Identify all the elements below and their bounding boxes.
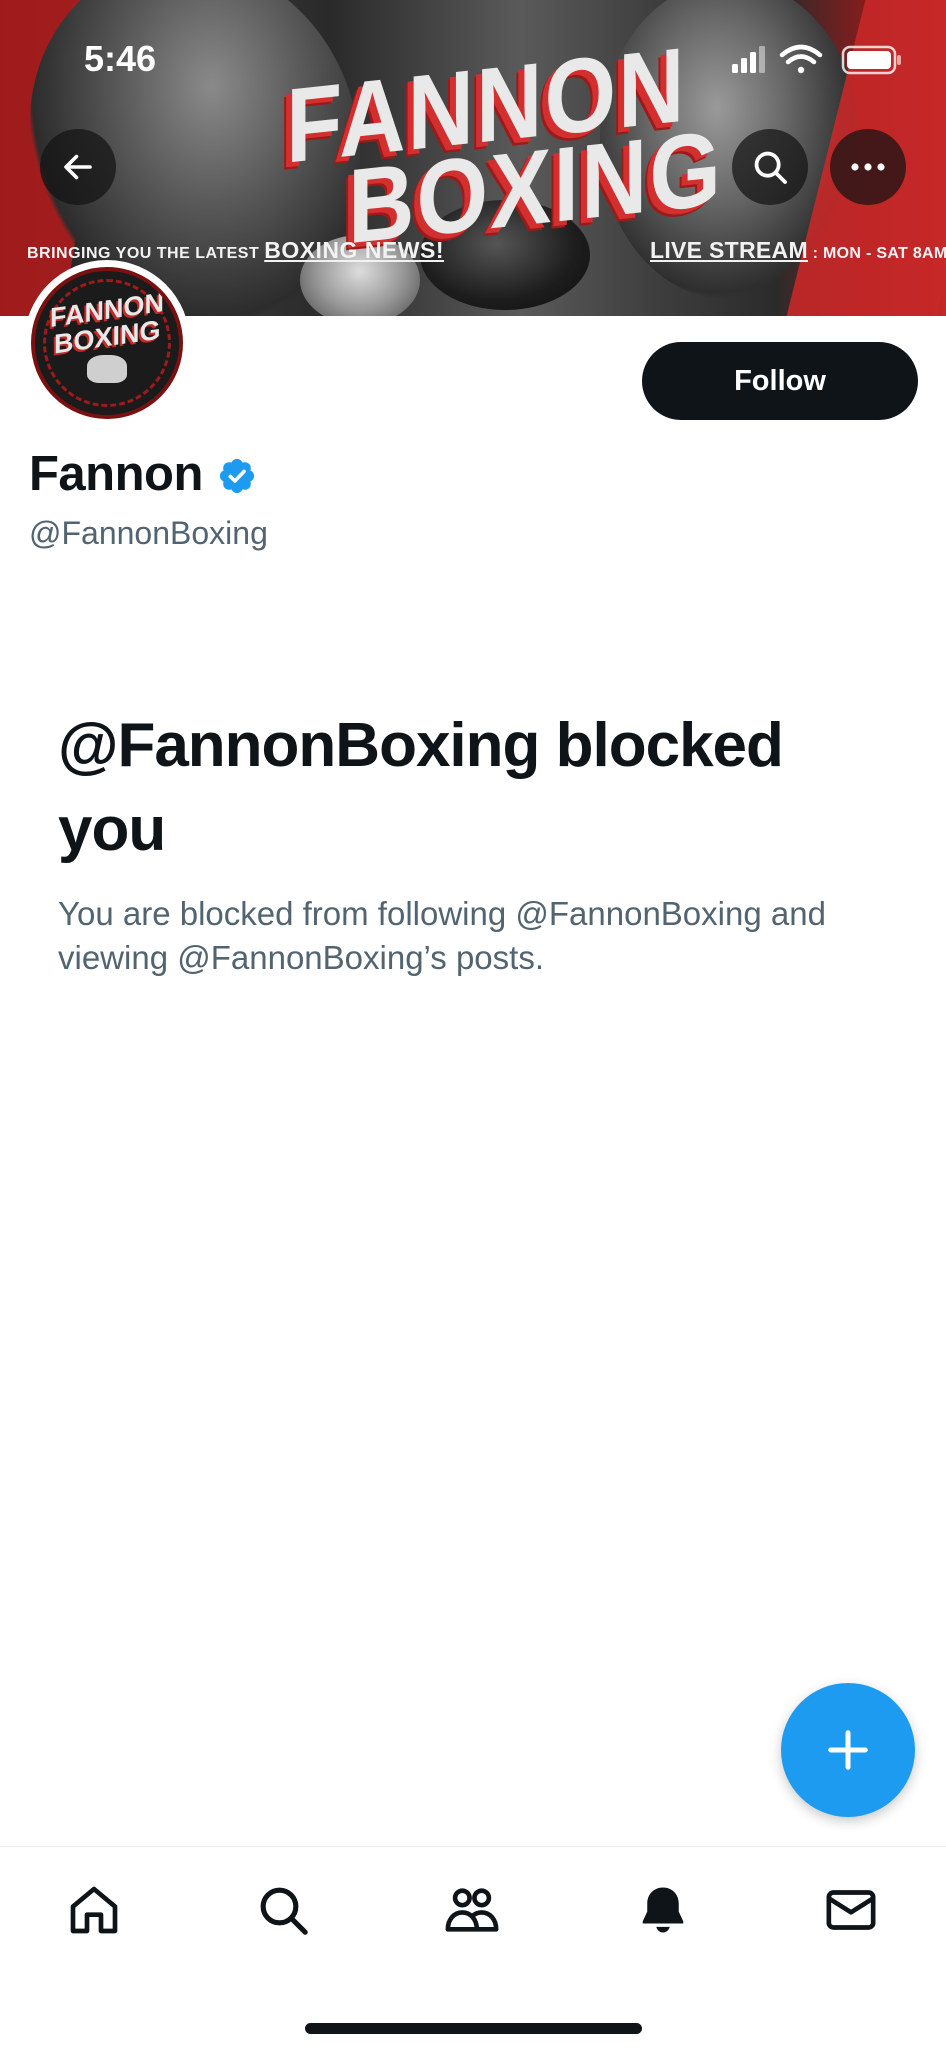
home-indicator[interactable] bbox=[305, 2023, 642, 2034]
notifications-icon bbox=[642, 1887, 684, 1933]
status-icons bbox=[726, 42, 906, 78]
banner-tagline-right-small: : MON - SAT 8AM CST bbox=[812, 245, 946, 262]
nav-home[interactable] bbox=[61, 1877, 127, 1943]
display-name: Fannon bbox=[29, 447, 203, 501]
banner-tagline-left-small: BRINGING YOU THE LATEST bbox=[27, 245, 265, 262]
nav-search[interactable] bbox=[250, 1877, 316, 1943]
wifi-icon bbox=[779, 44, 823, 74]
nav-messages[interactable] bbox=[818, 1877, 884, 1943]
search-icon bbox=[260, 1887, 308, 1935]
banner-tagline-left-big: BOXING NEWS! bbox=[264, 237, 444, 263]
avatar[interactable]: FANNON BOXING bbox=[24, 260, 190, 426]
banner-title: FANNON BOXING bbox=[278, 26, 723, 266]
profile-handle: @FannonBoxing bbox=[29, 515, 268, 551]
communities-icon bbox=[445, 1888, 499, 1932]
home-icon bbox=[70, 1886, 118, 1934]
nav-communities[interactable] bbox=[439, 1877, 505, 1943]
nav-notifications[interactable] bbox=[630, 1877, 696, 1943]
status-time: 5:46 bbox=[84, 38, 157, 79]
more-button[interactable] bbox=[830, 129, 906, 205]
more-icon bbox=[851, 163, 885, 171]
boxing-glove-icon bbox=[87, 355, 127, 383]
banner-tagline-right: LIVE STREAM : MON - SAT 8AM CST bbox=[650, 237, 946, 264]
banner-tagline-left: BRINGING YOU THE LATEST BOXING NEWS! bbox=[27, 237, 444, 264]
search-button[interactable] bbox=[732, 129, 808, 205]
battery-icon bbox=[841, 45, 901, 75]
bottom-nav bbox=[0, 1846, 946, 2048]
cellular-signal-icon bbox=[732, 46, 765, 73]
banner-tagline-right-big: LIVE STREAM bbox=[650, 237, 808, 263]
search-icon bbox=[754, 151, 787, 184]
arrow-left-icon bbox=[64, 154, 92, 180]
plus-icon bbox=[828, 1730, 868, 1770]
back-button[interactable] bbox=[40, 129, 116, 205]
blocked-description: You are blocked from following @FannonBo… bbox=[58, 895, 826, 976]
profile-name-row: Fannon bbox=[29, 446, 257, 502]
avatar-logo: FANNON BOXING bbox=[31, 267, 183, 419]
blocked-title: @FannonBoxing blocked you bbox=[58, 711, 784, 864]
follow-button[interactable]: Follow bbox=[642, 342, 918, 420]
compose-button[interactable] bbox=[781, 1683, 915, 1817]
verified-badge-icon[interactable] bbox=[217, 456, 257, 496]
messages-icon bbox=[826, 1890, 876, 1930]
